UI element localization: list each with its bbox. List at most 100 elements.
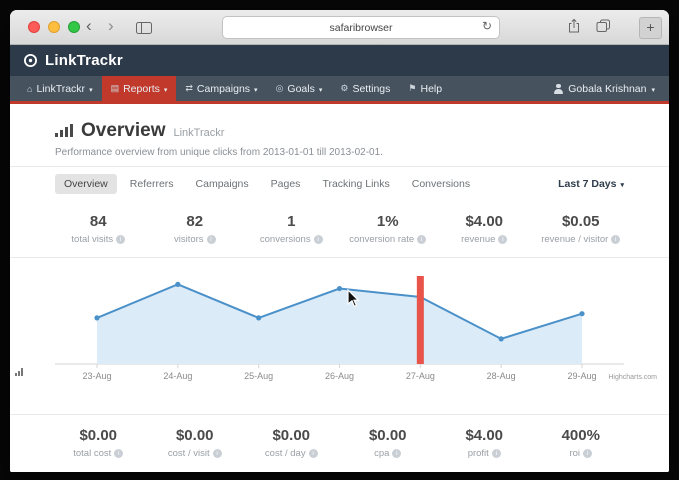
stat-cost-per-day: $0.00 cost / dayi <box>243 427 340 459</box>
svg-text:26-Aug: 26-Aug <box>325 371 354 381</box>
svg-text:28-Aug: 28-Aug <box>487 371 516 381</box>
tab-referrers[interactable]: Referrers <box>121 174 183 194</box>
stat-cost-per-visit: $0.00 cost / visiti <box>147 427 244 459</box>
page-content: Overview LinkTrackr Performance overview… <box>10 104 669 472</box>
chevron-down-icon: ▾ <box>89 86 93 94</box>
stat-conversions: 1 conversionsi <box>243 213 340 245</box>
share-button[interactable] <box>567 18 581 39</box>
stat-label: cost / day <box>265 448 306 459</box>
info-icon[interactable]: i <box>309 449 318 458</box>
page-subtitle: Performance overview from unique clicks … <box>55 147 624 158</box>
nav-item-goals[interactable]: ◎ Goals ▾ <box>267 76 332 101</box>
browser-toolbar: ‹ › safaribrowser ↻ + <box>10 10 669 45</box>
zoom-window-button[interactable] <box>68 21 80 33</box>
info-icon[interactable]: i <box>492 449 501 458</box>
stat-total-visits: 84 total visitsi <box>50 213 147 245</box>
stat-value: $4.00 <box>436 213 533 230</box>
info-icon[interactable]: i <box>207 235 216 244</box>
stat-cpa: $0.00 cpai <box>340 427 437 459</box>
stat-label: total visits <box>71 234 113 245</box>
nav-item-campaigns[interactable]: ⇄ Campaigns ▾ <box>176 76 266 101</box>
nav-item-reports[interactable]: ▤ Reports ▾ <box>102 76 177 101</box>
stat-value: 84 <box>50 213 147 230</box>
stat-value: 1 <box>243 213 340 230</box>
chart-credit-link[interactable]: Highcharts.com <box>608 374 657 381</box>
page-header: Overview LinkTrackr Performance overview… <box>10 104 669 166</box>
minimize-window-button[interactable] <box>48 21 60 33</box>
chart-mini-icon <box>15 368 23 376</box>
info-icon[interactable]: i <box>314 235 323 244</box>
main-nav: ⌂ LinkTrackr ▾ ▤ Reports ▾ ⇄ Campaigns ▾… <box>10 76 669 104</box>
stat-label: total cost <box>73 448 111 459</box>
visits-chart-section: 23-Aug24-Aug25-Aug26-Aug27-Aug28-Aug29-A… <box>10 257 669 415</box>
stat-value: $0.00 <box>50 427 147 444</box>
site-header: LinkTrackr <box>10 45 669 76</box>
stat-value: $4.00 <box>436 427 533 444</box>
tabs-bar: Overview Referrers Campaigns Pages Track… <box>10 167 669 201</box>
svg-text:25-Aug: 25-Aug <box>244 371 273 381</box>
stat-label: conversions <box>260 234 311 245</box>
tab-overview[interactable]: Overview <box>55 174 117 194</box>
info-icon[interactable]: i <box>213 449 222 458</box>
target-icon: ◎ <box>276 83 284 94</box>
info-icon[interactable]: i <box>114 449 123 458</box>
nav-label: Campaigns <box>197 83 250 95</box>
stat-value: $0.00 <box>147 427 244 444</box>
nav-label: Goals <box>287 83 314 95</box>
stat-visitors: 82 visitorsi <box>147 213 244 245</box>
stat-total-cost: $0.00 total costi <box>50 427 147 459</box>
date-range-dropdown[interactable]: Last 7 Days ▾ <box>558 178 624 190</box>
stat-profit: $4.00 profiti <box>436 427 533 459</box>
reports-icon: ▤ <box>111 83 120 94</box>
stat-value: $0.05 <box>533 213 630 230</box>
address-bar[interactable]: safaribrowser ↻ <box>222 16 500 39</box>
stat-value: $0.00 <box>243 427 340 444</box>
nav-item-linktrackr[interactable]: ⌂ LinkTrackr ▾ <box>18 76 102 101</box>
chevron-down-icon: ▾ <box>254 86 258 94</box>
sidebar-toggle-button[interactable] <box>136 21 152 39</box>
nav-label: LinkTrackr <box>36 83 85 95</box>
stat-roi: 400% roii <box>533 427 630 459</box>
info-icon[interactable]: i <box>417 235 426 244</box>
tab-conversions[interactable]: Conversions <box>403 174 479 194</box>
info-icon[interactable]: i <box>583 449 592 458</box>
stat-label: cost / visit <box>168 448 210 459</box>
user-name: Gobala Krishnan <box>568 83 646 95</box>
browser-window: ‹ › safaribrowser ↻ + LinkTrackr <box>10 10 669 472</box>
nav-label: Reports <box>123 83 160 95</box>
svg-text:24-Aug: 24-Aug <box>163 371 192 381</box>
stat-label: profit <box>468 448 489 459</box>
chevron-down-icon: ▾ <box>651 86 655 94</box>
back-button[interactable]: ‹ <box>86 15 92 37</box>
nav-item-help[interactable]: ⚑ Help <box>399 76 451 101</box>
tab-tracking-links[interactable]: Tracking Links <box>313 174 398 194</box>
screenshot-frame: ‹ › safaribrowser ↻ + LinkTrackr <box>0 0 679 480</box>
svg-text:29-Aug: 29-Aug <box>567 371 596 381</box>
info-icon[interactable]: i <box>392 449 401 458</box>
show-tabs-button[interactable] <box>596 19 611 38</box>
wrench-icon: ⚙ <box>340 83 348 94</box>
chevron-down-icon: ▾ <box>319 86 323 94</box>
close-window-button[interactable] <box>28 21 40 33</box>
new-tab-button[interactable]: + <box>639 17 662 39</box>
tab-campaigns[interactable]: Campaigns <box>187 174 258 194</box>
refresh-icon[interactable]: ↻ <box>482 19 492 33</box>
bar-chart-icon <box>55 124 73 137</box>
nav-item-settings[interactable]: ⚙ Settings <box>331 76 399 101</box>
window-controls <box>28 21 80 33</box>
tab-pages[interactable]: Pages <box>262 174 310 194</box>
info-icon[interactable]: i <box>116 235 125 244</box>
info-icon[interactable]: i <box>611 235 620 244</box>
share-icon <box>567 18 581 34</box>
linktrackr-logo-icon <box>23 53 38 68</box>
user-menu[interactable]: Gobala Krishnan ▾ <box>547 76 661 101</box>
stat-value: 1% <box>340 213 437 230</box>
nav-label: Settings <box>352 83 390 95</box>
info-icon[interactable]: i <box>498 235 507 244</box>
stat-value: 400% <box>533 427 630 444</box>
stat-label: conversion rate <box>349 234 414 245</box>
page-title: Overview <box>81 120 166 142</box>
forward-button[interactable]: › <box>108 15 114 37</box>
stat-conversion-rate: 1% conversion ratei <box>340 213 437 245</box>
tabs-overview-icon <box>596 19 611 33</box>
